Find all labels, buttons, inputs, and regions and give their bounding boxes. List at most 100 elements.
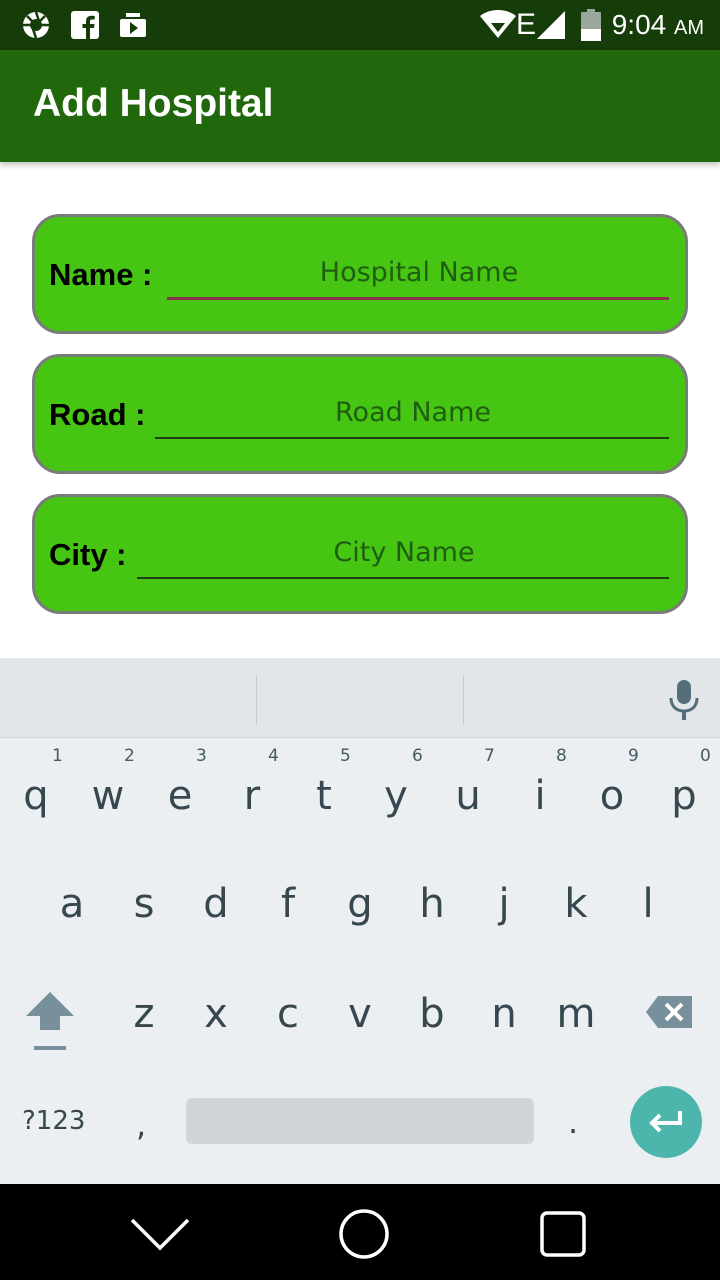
key-label: i [534,773,546,819]
key-label: n [491,991,517,1037]
key-r[interactable]: r [216,776,288,876]
city-field-card: City : [32,494,688,614]
key-g[interactable]: g [324,884,396,984]
key-label: u [455,773,481,819]
key-number-hint: 2 [124,746,135,766]
suggestion-divider [463,676,464,724]
soft-keyboard: q1 w 2 e3 r4 t5 y6 u7 i8 o9 p0 a s d f gh j k l z x c v bnm ?… [0,658,720,1184]
key-number-hint: 8 [556,746,567,766]
key-number-hint: 5 [340,746,351,766]
suggestion-divider [256,676,257,724]
key-label: k [564,881,588,927]
signal-icon [536,10,566,40]
status-bar: E 9:04 AM [0,0,720,50]
key-label: r [243,773,261,819]
key-u[interactable]: u [432,776,504,876]
space-bar[interactable] [186,1098,534,1144]
network-type: E [515,8,536,41]
key-number-hint: 7 [484,746,495,766]
name-label: Name : [49,257,153,292]
battery-icon [580,9,602,41]
period-key[interactable]: . [568,1103,578,1141]
key-j[interactable]: j [468,884,540,984]
key-k[interactable]: k [540,884,612,984]
key-w[interactable]: w [72,776,144,876]
key-y[interactable]: y [360,776,432,876]
key-number-hint: 4 [268,746,279,766]
key-c[interactable]: c [252,994,324,1094]
key-label: s [133,881,155,927]
key-number-hint: 3 [196,746,207,766]
recents-icon[interactable] [533,1204,593,1264]
key-x[interactable]: x [180,994,252,1094]
key-label: m [556,991,596,1037]
key-label: p [671,773,697,819]
key-f[interactable]: f [252,884,324,984]
navigation-bar [0,1184,720,1280]
enter-key[interactable] [630,1086,702,1158]
name-field-card: Name : [32,214,688,334]
enter-icon [649,1111,682,1133]
hospital-name-underline [167,297,669,300]
key-o[interactable]: o [576,776,648,876]
key-t[interactable]: t [288,776,360,876]
page-title: Add Hospital [33,82,274,125]
key-h[interactable]: h [396,884,468,984]
key-d[interactable]: d [180,884,252,984]
key-label: t [316,773,332,819]
key-m[interactable]: m [540,994,612,1094]
key-label: o [599,773,625,819]
clock: 9:04 AM [611,9,704,40]
key-label: e [167,773,193,819]
city-label: City : [49,537,127,572]
key-label: x [204,991,228,1037]
key-n[interactable]: n [468,994,540,1094]
key-label: y [384,773,408,819]
key-a[interactable]: a [36,884,108,984]
key-e[interactable]: e [144,776,216,876]
road-field-card: Road : [32,354,688,474]
key-s[interactable]: s [108,884,180,984]
key-label: j [498,881,510,927]
suggestion-strip [0,658,720,738]
key-p[interactable]: p [648,776,720,876]
symbols-key[interactable]: ?123 [22,1106,85,1136]
key-l[interactable]: l [612,884,684,984]
aperture-icon [20,10,52,40]
key-v[interactable]: v [324,994,396,1094]
key-label: h [419,881,445,927]
facebook-icon [70,10,100,40]
key-label: f [280,881,296,927]
home-icon[interactable] [334,1204,394,1264]
microphone-icon[interactable] [664,678,704,722]
hospital-name-input[interactable] [169,245,669,299]
back-chevron-icon[interactable] [130,1204,190,1264]
key-label: z [133,991,155,1037]
road-name-input[interactable] [157,385,669,439]
city-name-input[interactable] [139,525,669,579]
key-number-hint: 6 [412,746,423,766]
key-label: q [23,773,49,819]
key-z[interactable]: z [108,994,180,1094]
key-label: l [642,881,654,927]
key-label: g [347,881,373,927]
key-i[interactable]: i [504,776,576,876]
comma-key[interactable]: , [136,1106,146,1144]
key-b[interactable]: b [396,994,468,1094]
key-label: w [91,773,125,819]
key-number-hint: 1 [52,746,63,766]
key-label: a [59,881,85,927]
shift-key[interactable] [24,988,76,1056]
key-label: v [348,991,372,1037]
key-label: c [277,991,299,1037]
media-icon [118,10,148,40]
backspace-key[interactable] [644,994,694,1034]
key-q[interactable]: q [0,776,72,876]
key-label: d [203,881,229,927]
road-label: Road : [49,397,146,432]
key-label: b [419,991,445,1037]
key-number-hint: 9 [628,746,639,766]
road-name-underline [155,437,669,439]
app-bar: Add Hospital [0,50,720,162]
key-number-hint: 0 [700,746,711,766]
